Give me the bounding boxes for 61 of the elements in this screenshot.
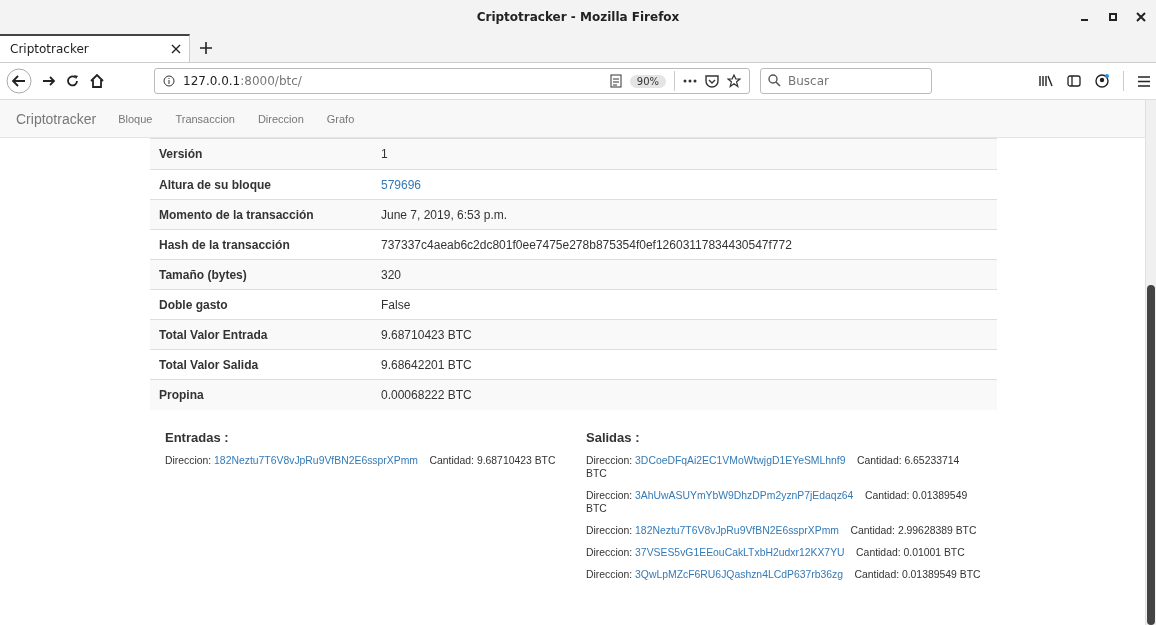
section-heading: Entradas : [165, 429, 230, 445]
url-field[interactable]: 127.0.0.1:8000/btc/ 90% [154, 68, 750, 94]
close-icon[interactable] [171, 44, 181, 54]
sidebar-icon[interactable] [1067, 75, 1081, 87]
address-link[interactable]: 3QwLpMZcF6RU6JQashzn4LCdP637rb36zg [635, 568, 843, 580]
info-icon[interactable] [163, 75, 175, 87]
address-link[interactable]: 37VSES5vG1EEouCakLTxbH2udxr12KX7YU [635, 546, 845, 558]
section-heading: Salidas : [586, 429, 641, 445]
scrollbar[interactable] [1145, 100, 1156, 625]
library-icon[interactable] [1039, 75, 1053, 87]
menu-icon[interactable] [1138, 75, 1150, 87]
output-entry: Direccion: 182Neztu7T6V8vJpRu9VfBN2E6ssprXPmm Cantidad: 2.99628389 BTC [586, 523, 978, 537]
table-cell: 737337c4aeab6c2dc801f0ee7475e278b875354f0ef12603117834430547f772 [372, 229, 997, 260]
forward-icon[interactable] [42, 74, 56, 88]
address-link[interactable]: 182Neztu7T6V8vJpRu9VfBN2E6ssprXPmm [214, 454, 418, 466]
table-cell: Propina [150, 379, 372, 410]
address-link[interactable]: 3DCoeDFqAi2EC1VMoWtwjgD1EYeSMLhnf9 [635, 454, 846, 466]
table-cell: 9.68642201 BTC [372, 349, 997, 380]
nav-link[interactable]: Bloque [118, 112, 153, 125]
zoom-badge[interactable]: 90% [629, 74, 666, 88]
browser-tab[interactable]: Criptotracker [0, 34, 190, 62]
reload-icon[interactable] [66, 74, 80, 88]
pocket-icon[interactable] [705, 74, 719, 88]
site-brand[interactable]: Criptotracker [16, 110, 97, 127]
nav-link[interactable]: Grafo [326, 112, 355, 125]
table-cell: 1 [372, 138, 997, 170]
search-field[interactable]: Buscar [760, 68, 932, 94]
address-link[interactable]: 3AhUwASUYmYbW9DhzDPm2yznP7jEdaqz64 [635, 489, 854, 501]
output-entry: Direccion: 37VSES5vG1EEouCakLTxbH2udxr12KX7YU Cantidad: 0.01001 BTC [586, 545, 966, 559]
table-cell: June 7, 2019, 6:53 p.m. [372, 199, 997, 230]
maximize-icon[interactable] [1108, 12, 1118, 22]
table-cell: Total Valor Entrada [150, 319, 372, 350]
reader-icon[interactable] [609, 74, 622, 88]
input-entry: Direccion: 182Neztu7T6V8vJpRu9VfBN2E6ssprXPmm Cantidad: 9.68710423 BTC [165, 453, 556, 467]
more-icon[interactable] [683, 79, 697, 83]
output-entry: Direccion: 3DCoeDFqAi2EC1VMoWtwjgD1EYeSMLhnf9 Cantidad: 6.65233714 BTC [586, 453, 961, 480]
output-entry: Direccion: 3AhUwASUYmYbW9DhzDPm2yznP7jEdaqz64 Cantidad: 0.01389549 BTC [586, 488, 969, 515]
output-entry: Direccion: 3QwLpMZcF6RU6JQashzn4LCdP637rb36zg Cantidad: 0.01389549 BTC [586, 567, 981, 581]
close-icon[interactable] [1136, 12, 1146, 22]
star-icon[interactable] [727, 74, 741, 88]
table-cell: Altura de su bloque [150, 169, 372, 200]
nav-link[interactable]: Direccion [257, 112, 304, 125]
table-cell: Versión [150, 138, 372, 170]
table-cell: Doble gasto [150, 289, 372, 320]
window-title: Criptotracker - Mozilla Firefox [476, 10, 680, 24]
table-cell: 0.00068222 BTC [372, 379, 997, 410]
table-cell: False [372, 289, 997, 320]
table-cell: Tamaño (bytes) [150, 259, 372, 290]
new-tab-icon[interactable] [200, 42, 212, 54]
block-height-link[interactable]: 579696 [381, 177, 422, 192]
home-icon[interactable] [90, 74, 104, 88]
back-icon[interactable] [6, 68, 32, 94]
account-icon[interactable] [1095, 74, 1109, 88]
search-icon [768, 74, 781, 87]
table-cell: 320 [372, 259, 997, 290]
address-link[interactable]: 182Neztu7T6V8vJpRu9VfBN2E6ssprXPmm [635, 524, 839, 536]
table-cell: 9.68710423 BTC [372, 319, 997, 350]
table-cell: Momento de la transacción [150, 199, 372, 230]
table-cell: Hash de la transacción [150, 229, 372, 260]
table-cell: Total Valor Salida [150, 349, 372, 380]
nav-link[interactable]: Transaccion [175, 112, 235, 125]
